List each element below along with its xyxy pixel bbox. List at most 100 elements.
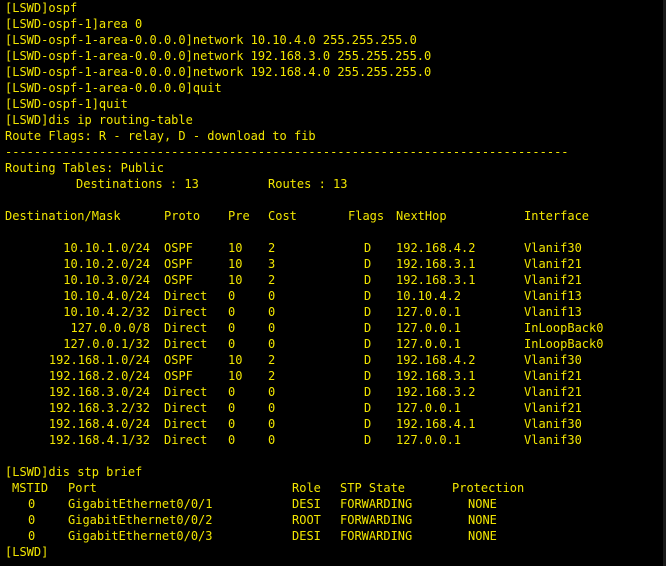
table-row: 10.10.3.0/24 OSPF 10 2 D 192.168.3.1 Vlanif21 — [5, 272, 666, 288]
table-row: 127.0.0.0/8 Direct 0 0 D 127.0.0.1 InLoopBack0 — [5, 320, 666, 336]
command-line: [LSWD-ospf-1-area-0.0.0.0]network 192.16… — [5, 49, 432, 63]
cell-pre: 10 — [228, 257, 243, 271]
stp-table-body: 0 GigabitEthernet0/0/1 DESI FORWARDING NONE 0… — [5, 496, 666, 544]
command-line: [LSWD-ospf-1]quit — [5, 97, 128, 111]
cell-cost: 0 — [268, 337, 276, 351]
cell-protection: NONE — [468, 497, 497, 511]
stp-table-header: MSTID Port Role STP State Protection — [5, 480, 666, 496]
cell-proto: Direct — [164, 305, 208, 319]
cell-mstid: 0 — [28, 529, 36, 543]
cell-cost: 0 — [268, 417, 276, 431]
route-flags-legend: Route Flags: R - relay, D - download to … — [5, 129, 316, 143]
cell-flags: D — [364, 289, 372, 303]
cell-interface: Vlanif21 — [524, 385, 582, 399]
header-stp-state: STP State — [340, 481, 406, 495]
cell-proto: Direct — [164, 289, 208, 303]
cell-stp-state: FORWARDING — [340, 497, 413, 511]
cell-pre: 0 — [228, 337, 236, 351]
cell-interface: Vlanif21 — [524, 369, 582, 383]
cell-nexthop: 192.168.3.1 — [396, 257, 476, 271]
cell-cost: 0 — [268, 289, 276, 303]
cell-pre: 0 — [228, 385, 236, 399]
command-prompt[interactable]: [LSWD] — [5, 544, 666, 560]
cell-cost: 2 — [268, 369, 276, 383]
cell-interface: Vlanif21 — [524, 257, 582, 271]
cell-cost: 2 — [268, 241, 276, 255]
cell-nexthop: 192.168.3.1 — [396, 273, 476, 287]
cell-flags: D — [364, 433, 372, 447]
cell-port: GigabitEthernet0/0/1 — [68, 497, 213, 511]
header-cost: Cost — [268, 209, 297, 223]
command-line: [LSWD]dis stp brief — [5, 465, 143, 479]
cell-interface: InLoopBack0 — [524, 321, 604, 335]
terminal-window[interactable]: [LSWD]ospf [LSWD-ospf-1]area 0 [LSWD-osp… — [0, 0, 666, 566]
header-protection: Protection — [452, 481, 525, 495]
cell-destination: 127.0.0.1/32 — [63, 337, 150, 351]
command-line: [LSWD]dis ip routing-table — [5, 113, 193, 127]
cell-destination: 10.10.1.0/24 — [63, 241, 150, 255]
cell-cost: 0 — [268, 305, 276, 319]
table-row: 127.0.0.1/32 Direct 0 0 D 127.0.0.1 InLoopBack… — [5, 336, 666, 352]
cell-proto: OSPF — [164, 241, 193, 255]
cell-interface: Vlanif13 — [524, 305, 582, 319]
cell-flags: D — [364, 369, 372, 383]
routes-count: Routes : 13 — [268, 177, 348, 191]
destinations-count: Destinations : 13 — [76, 177, 199, 191]
cell-proto: Direct — [164, 321, 208, 335]
cell-nexthop: 127.0.0.1 — [396, 401, 462, 415]
command-line: [LSWD-ospf-1-area-0.0.0.0]quit — [5, 81, 222, 95]
cell-mstid: 0 — [28, 497, 36, 511]
cell-flags: D — [364, 401, 372, 415]
cell-nexthop: 10.10.4.2 — [396, 289, 462, 303]
cell-cost: 0 — [268, 401, 276, 415]
header-destination: Destination/Mask — [5, 209, 121, 223]
cell-pre: 0 — [228, 433, 236, 447]
header-pre: Pre — [228, 209, 250, 223]
cell-destination: 10.10.3.0/24 — [63, 273, 150, 287]
header-port: Port — [68, 481, 97, 495]
cell-protection: NONE — [468, 513, 497, 527]
cell-role: ROOT — [292, 513, 321, 527]
cell-destination: 10.10.2.0/24 — [63, 257, 150, 271]
routing-table-header: Destination/Mask Proto Pre Cost Flags Ne… — [5, 208, 666, 224]
cell-interface: Vlanif30 — [524, 433, 582, 447]
cell-proto: Direct — [164, 401, 208, 415]
cell-mstid: 0 — [28, 513, 36, 527]
table-row: 10.10.4.0/24 Direct 0 0 D 10.10.4.2 Vlanif13 — [5, 288, 666, 304]
routing-summary: Destinations : 13 Routes : 13 — [5, 176, 666, 192]
header-proto: Proto — [164, 209, 201, 223]
cell-stp-state: FORWARDING — [340, 529, 413, 543]
cell-nexthop: 127.0.0.1 — [396, 305, 462, 319]
cell-destination: 192.168.1.0/24 — [48, 353, 150, 367]
cell-proto: OSPF — [164, 257, 193, 271]
cell-proto: OSPF — [164, 369, 193, 383]
cell-pre: 0 — [228, 289, 236, 303]
cell-proto: Direct — [164, 385, 208, 399]
cell-nexthop: 127.0.0.1 — [396, 337, 462, 351]
cell-flags: D — [364, 257, 372, 271]
cell-destination: 192.168.4.1/32 — [48, 433, 150, 447]
cell-destination: 10.10.4.2/32 — [63, 305, 150, 319]
command-line: [LSWD-ospf-1-area-0.0.0.0]network 10.10.… — [5, 33, 417, 47]
command-line: [LSWD-ospf-1-area-0.0.0.0]network 192.16… — [5, 65, 432, 79]
routing-table-body: 10.10.1.0/24 OSPF 10 2 D 192.168.4.2 Vlanif30 1… — [5, 240, 666, 448]
cell-pre: 10 — [228, 369, 243, 383]
table-row: 0 GigabitEthernet0/0/3 DESI FORWARDING NONE — [5, 528, 666, 544]
cell-pre: 0 — [228, 417, 236, 431]
cell-port: GigabitEthernet0/0/3 — [68, 529, 213, 543]
cell-nexthop: 127.0.0.1 — [396, 321, 462, 335]
cell-pre: 0 — [228, 321, 236, 335]
table-row: 0 GigabitEthernet0/0/2 ROOT FORWARDING NONE — [5, 512, 666, 528]
cell-nexthop: 192.168.3.1 — [396, 369, 476, 383]
cell-interface: Vlanif30 — [524, 353, 582, 367]
cell-role: DESI — [292, 529, 321, 543]
table-row: 192.168.3.2/32 Direct 0 0 D 127.0.0.1 Vlanif21 — [5, 400, 666, 416]
table-row: 10.10.1.0/24 OSPF 10 2 D 192.168.4.2 Vlanif30 — [5, 240, 666, 256]
cell-nexthop: 192.168.4.1 — [396, 417, 476, 431]
cell-proto: OSPF — [164, 353, 193, 367]
cell-destination: 127.0.0.0/8 — [70, 321, 150, 335]
cell-interface: Vlanif30 — [524, 241, 582, 255]
